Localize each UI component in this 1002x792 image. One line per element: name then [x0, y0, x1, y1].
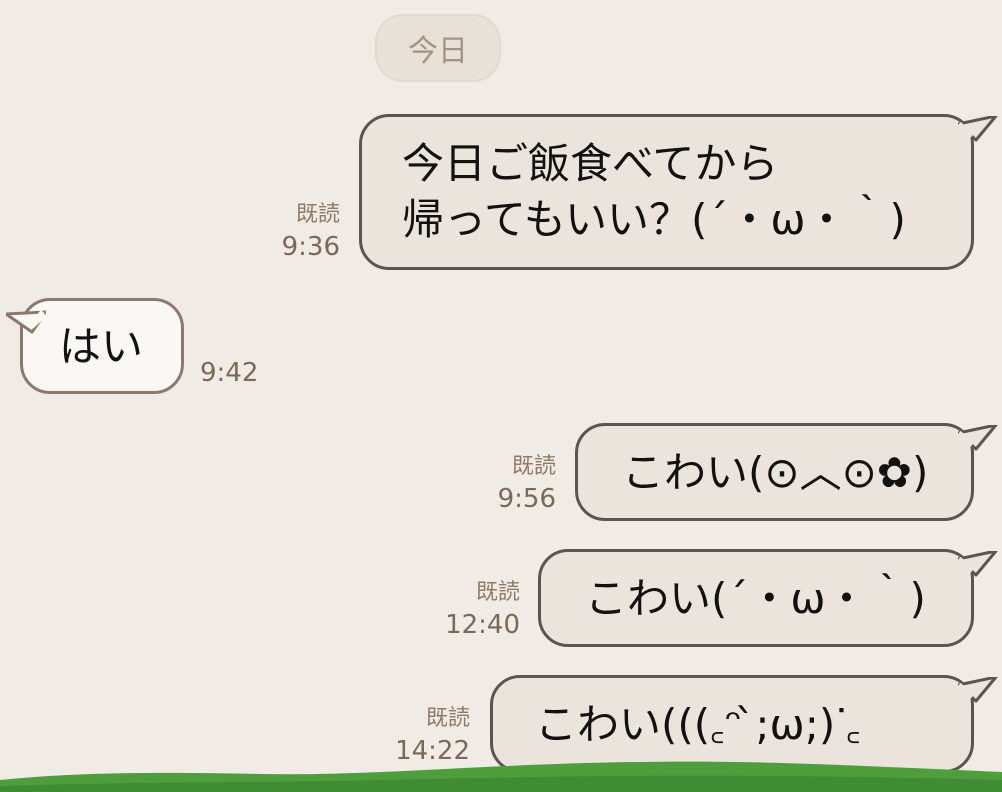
message-meta: 既読 9:36	[270, 200, 340, 262]
date-divider: 今日	[375, 14, 501, 82]
timestamp: 12:40	[445, 610, 520, 640]
read-receipt: 既読	[475, 580, 520, 605]
grass-decoration	[0, 761, 1002, 792]
message-bubble-outgoing[interactable]: こわい(´・ω・｀)	[538, 549, 974, 647]
message-meta: 既読 9:56	[486, 452, 556, 514]
bubble-tail	[958, 116, 998, 142]
timestamp: 9:56	[497, 484, 556, 514]
read-receipt: 既読	[295, 202, 340, 227]
bubble-tail	[958, 425, 998, 451]
message-bubble-outgoing[interactable]: 今日ご飯食べてから 帰ってもいい？(´・ω・｀)	[359, 114, 974, 270]
bubble-tail	[958, 677, 998, 703]
message-meta: 既読 12:40	[430, 578, 520, 640]
timestamp: 9:42	[200, 358, 259, 388]
message-bubble-outgoing[interactable]: こわい(⊙︿⊙✿)	[575, 423, 974, 521]
read-receipt: 既読	[425, 706, 470, 731]
read-receipt: 既読	[511, 454, 556, 479]
timestamp: 9:36	[281, 232, 340, 262]
bubble-tail	[958, 551, 998, 577]
bubble-tail	[6, 310, 46, 334]
